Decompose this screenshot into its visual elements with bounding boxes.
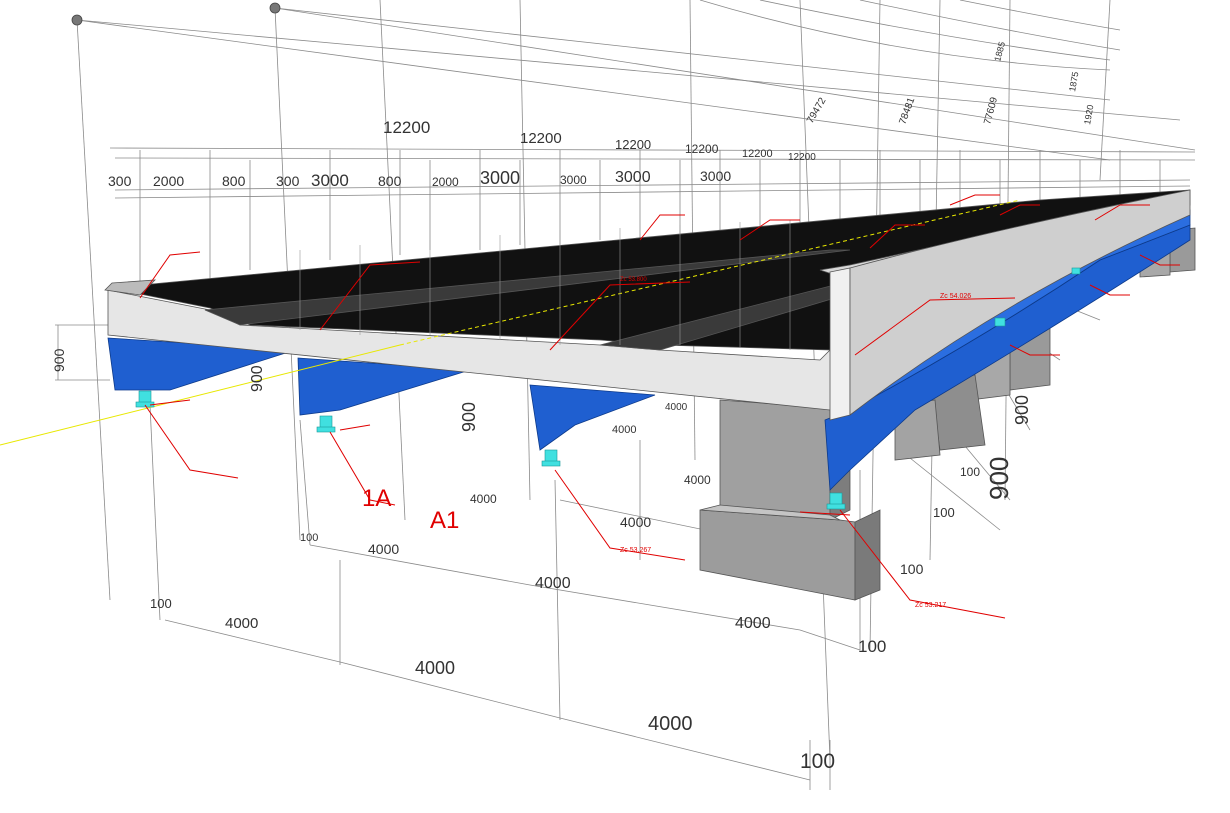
dimension-value: 3000 xyxy=(480,168,520,188)
dimension-value: 900 xyxy=(249,365,266,392)
dimension-value: 12200 xyxy=(788,152,816,163)
dimension-value: 4000 xyxy=(620,514,651,530)
dimension-value: 2000 xyxy=(153,173,184,189)
dimension-value: 4000 xyxy=(415,658,455,678)
dimension-value: 12200 xyxy=(520,130,562,147)
dimension-value: 77609 xyxy=(982,96,1000,126)
dimension-value: 900 xyxy=(1012,395,1032,425)
dimension-value: 900 xyxy=(459,402,479,432)
dimension-value: 3000 xyxy=(560,173,587,187)
dimension-value: 100 xyxy=(150,596,172,611)
view-pivot-sphere-icon[interactable] xyxy=(269,2,281,14)
dimension-value: 4000 xyxy=(735,615,771,632)
dimension-value: 4000 xyxy=(665,402,688,413)
dimension-value: 3000 xyxy=(615,169,651,186)
dimension-value: 3000 xyxy=(311,171,349,190)
dimension-value: 4000 xyxy=(648,713,693,735)
dimension-value: 100 xyxy=(858,637,886,656)
dimension-value: 300 xyxy=(108,173,132,189)
view-pivot-sphere-icon[interactable] xyxy=(71,14,83,26)
dimension-value: 12200 xyxy=(742,148,773,160)
dimension-value: 100 xyxy=(800,750,835,773)
dimension-value: 4000 xyxy=(612,424,636,436)
abutment-label-a1: A1 xyxy=(430,507,459,534)
bridge-model-canvas[interactable]: Zc 53.267 Zc 53.217 Zc 54.026 Zc 53.800 … xyxy=(0,0,1230,808)
dimension-value: 900 xyxy=(984,457,1014,500)
dimension-value: 1920 xyxy=(1082,104,1095,125)
3d-model-viewport[interactable]: Zc 53.267 Zc 53.217 Zc 54.026 Zc 53.800 … xyxy=(0,0,1230,808)
dimension-value: 12200 xyxy=(383,118,430,137)
dimension-value: 4000 xyxy=(225,615,258,632)
dimension-value: 12200 xyxy=(615,137,651,152)
dimension-value: 4000 xyxy=(368,541,399,557)
dimension-value: 78481 xyxy=(897,96,917,126)
dimension-value: 12200 xyxy=(685,142,719,156)
dimension-value: 900 xyxy=(51,348,67,372)
dimension-value: 4000 xyxy=(470,492,497,506)
dimension-value: 300 xyxy=(276,173,300,189)
abutment-label-1a: 1A xyxy=(362,485,391,512)
dimension-value: 2000 xyxy=(432,175,459,189)
dimension-value: 800 xyxy=(378,173,402,189)
elevation-tag: Zc 53.800 xyxy=(620,277,647,283)
dimension-value: 1875 xyxy=(1067,71,1080,92)
dimension-value: 800 xyxy=(222,173,246,189)
elevation-tag: Zc 53.267 xyxy=(620,547,651,554)
dimension-value: 100 xyxy=(960,465,980,479)
dimension-value: 3000 xyxy=(700,168,731,184)
dimension-value: 100 xyxy=(933,505,955,520)
dimension-value: 100 xyxy=(300,532,318,544)
elevation-tag: Zc 54.026 xyxy=(940,293,971,300)
dimension-value: 100 xyxy=(900,561,924,577)
elevation-tag: Zc 53.217 xyxy=(915,602,946,609)
dimension-value: 4000 xyxy=(535,575,571,592)
dimension-value: 4000 xyxy=(684,473,711,487)
